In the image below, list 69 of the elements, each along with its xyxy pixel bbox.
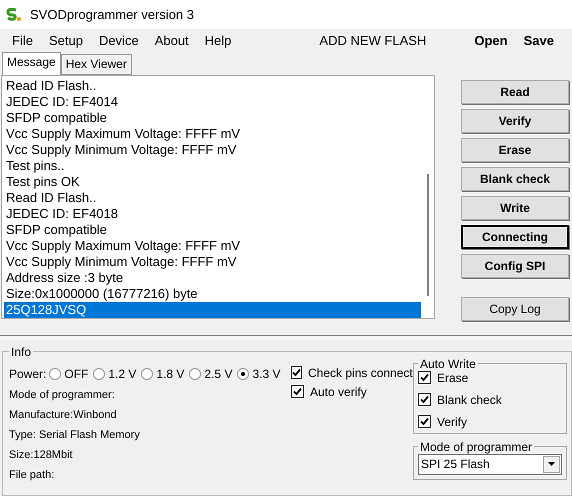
radio-button[interactable]: OFF: [49, 366, 88, 381]
info-text: File path:: [9, 468, 56, 483]
checkbox-box[interactable]: [291, 385, 304, 398]
log-line[interactable]: SFDP compatible: [4, 110, 421, 126]
group-title: Mode of programmer: [419, 440, 534, 454]
action-button[interactable]: Write: [461, 196, 569, 220]
checkbox-box[interactable]: [418, 393, 431, 406]
checkbox[interactable]: Verify: [418, 414, 562, 429]
menu-item[interactable]: Save: [516, 32, 562, 48]
menu-item[interactable]: Open: [466, 32, 516, 48]
checkbox-box[interactable]: [418, 415, 431, 428]
checkbox-box[interactable]: [291, 366, 302, 380]
log-line[interactable]: SFDP compatible: [4, 222, 421, 238]
info-text: Type: Serial Flash Memory: [9, 428, 141, 443]
checkbox[interactable]: Erase: [418, 370, 562, 385]
radio-circle[interactable]: [189, 368, 202, 380]
log-line[interactable]: Address size :3 byte: [4, 270, 421, 286]
checkmark-icon: [420, 373, 429, 382]
action-button[interactable]: Read: [461, 80, 569, 104]
menu-item[interactable]: Device: [90, 32, 147, 48]
action-button[interactable]: Connecting: [461, 224, 569, 249]
log-list[interactable]: [1, 74, 435, 319]
checkmark-icon: [420, 417, 429, 426]
checkbox-box[interactable]: [418, 371, 431, 384]
group-title: Info: [10, 344, 32, 359]
action-button[interactable]: Verify: [461, 108, 569, 133]
info-text: Size:128Mbit: [9, 448, 74, 463]
tab[interactable]: Message: [2, 52, 61, 75]
caret-icon: [548, 462, 555, 466]
window-title: SVODprogrammer version 3: [30, 7, 194, 22]
radio-circle[interactable]: [93, 368, 106, 380]
checkbox[interactable]: Auto verify: [291, 384, 409, 399]
radio-button[interactable]: 3.3 V: [237, 366, 280, 381]
copy-log-button[interactable]: Copy Log: [461, 296, 569, 321]
group-title: Auto Write: [419, 356, 477, 371]
menu-item[interactable]: About: [146, 32, 197, 48]
log-line[interactable]: Read ID Flash..: [4, 190, 421, 206]
log-line[interactable]: Vcc Supply Minimum Voltage: FFFF mV: [4, 142, 421, 158]
info-text: Mode of programmer:: [9, 388, 116, 403]
tab[interactable]: Hex Viewer: [60, 54, 132, 75]
log-line[interactable]: Size:0x1000000 (16777216) byte: [4, 286, 421, 302]
log-line[interactable]: Vcc Supply Minimum Voltage: FFFF mV: [4, 254, 421, 270]
action-button[interactable]: Erase: [461, 138, 569, 162]
radio-button[interactable]: 1.2 V: [93, 366, 136, 381]
radio-circle[interactable]: [49, 368, 62, 380]
info-text: Manufacture:Winbond: [9, 408, 118, 423]
radio-circle[interactable]: [141, 368, 154, 380]
action-button[interactable]: Config SPI: [461, 254, 569, 278]
checkbox[interactable]: Blank check: [418, 392, 562, 407]
checkmark-icon: [420, 395, 429, 404]
menu-item[interactable]: File: [4, 32, 41, 48]
radio-button[interactable]: 2.5 V: [189, 366, 232, 381]
radio-circle[interactable]: [237, 368, 250, 380]
menu-item[interactable]: Help: [196, 32, 240, 48]
log-line[interactable]: Vcc Supply Maximum Voltage: FFFF mV: [4, 126, 421, 142]
app-logo-icon: [6, 8, 22, 22]
menu-item[interactable]: ADD NEW FLASH: [319, 32, 426, 48]
scrollbar-thumb[interactable]: [426, 174, 428, 296]
log-line[interactable]: Test pins..: [4, 158, 421, 174]
action-button[interactable]: Blank check: [461, 166, 569, 191]
log-line[interactable]: JEDEC ID: EF4014: [4, 94, 421, 110]
log-line[interactable]: Read ID Flash..: [4, 78, 421, 94]
menu-item[interactable]: Setup: [40, 32, 91, 48]
log-line[interactable]: Vcc Supply Maximum Voltage: FFFF mV: [4, 238, 421, 254]
log-line[interactable]: JEDEC ID: EF4018: [4, 206, 421, 222]
power-label: Power:: [9, 366, 46, 381]
radio-button[interactable]: 1.8 V: [141, 366, 184, 381]
mode-dropdown[interactable]: SPI 25 Flash: [418, 454, 562, 475]
log-line[interactable]: Test pins OK: [4, 174, 421, 190]
